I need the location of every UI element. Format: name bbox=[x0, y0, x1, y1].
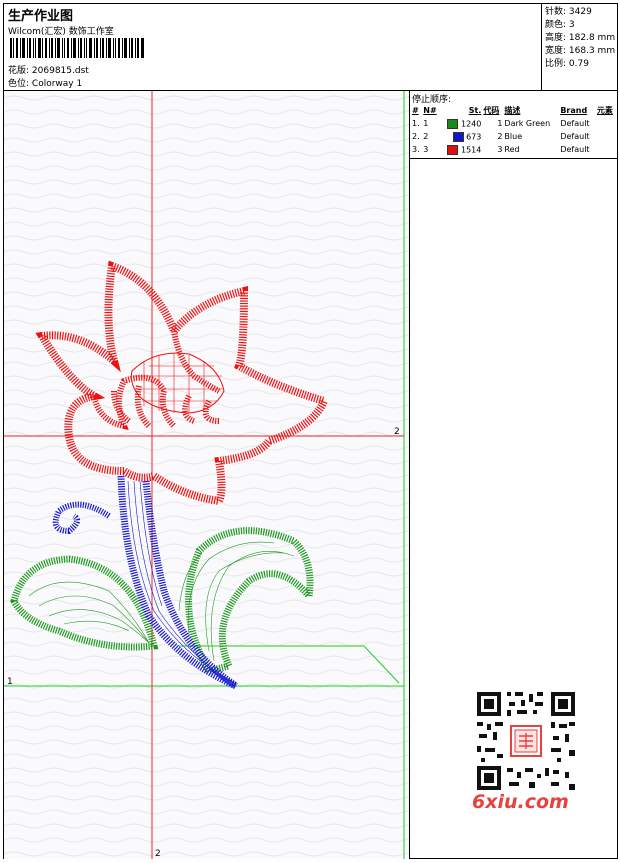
colorway: 色位: Colorway 1 bbox=[8, 79, 83, 89]
col-number: # bbox=[412, 106, 419, 115]
color-swatch bbox=[447, 118, 459, 129]
sheet-subtitle: Wilcom(汇宏) 数饰工作室 bbox=[8, 27, 114, 37]
col-code: 代码 bbox=[483, 106, 500, 115]
embroidery-preview: 2 1 2 bbox=[4, 91, 409, 859]
col-brand: Brand bbox=[560, 106, 588, 115]
guide-label-left: 1 bbox=[7, 677, 13, 687]
sheet-title: 生产作业图 bbox=[8, 9, 74, 24]
production-sheet: 生产作业图 Wilcom(汇宏) 数饰工作室 花版: 2069815.dst 色… bbox=[3, 3, 618, 859]
col-elements: 元素 bbox=[596, 106, 613, 115]
color-swatch bbox=[452, 131, 464, 142]
stop-sequence-title: 停止顺序: bbox=[412, 95, 452, 105]
colorway-value: Colorway 1 bbox=[31, 79, 83, 89]
design-filename: 2069815.dst bbox=[31, 66, 89, 76]
guide-label-right: 2 bbox=[394, 427, 400, 437]
table-header-row: # N# St. 代码 描述 Brand 元素 bbox=[411, 104, 617, 117]
stat-height: 高度: 182.8 mm bbox=[545, 33, 616, 43]
barcode-icon bbox=[10, 38, 144, 58]
table-row: 1. 1 1240 1 Dark Green Default bbox=[412, 118, 590, 129]
table-row: 2. 2 673 2 Blue Default bbox=[412, 131, 590, 142]
design-file: 花版: 2069815.dst bbox=[8, 66, 89, 76]
qr-code-icon bbox=[473, 688, 579, 794]
header-info: 生产作业图 Wilcom(汇宏) 数饰工作室 花版: 2069815.dst 色… bbox=[4, 4, 541, 90]
stat-stitches: 针数: 3429 bbox=[545, 7, 592, 17]
guide-label-bottom: 2 bbox=[155, 849, 161, 859]
stat-width: 宽度: 168.3 mm bbox=[545, 46, 616, 56]
sheet-header: 生产作业图 Wilcom(汇宏) 数饰工作室 花版: 2069815.dst 色… bbox=[4, 4, 617, 91]
stat-scale: 比例: 0.79 bbox=[545, 59, 589, 69]
col-needle: N# bbox=[423, 106, 437, 115]
col-description: 描述 bbox=[504, 106, 521, 115]
col-stitches: St. bbox=[468, 106, 482, 115]
table-row: 3. 3 1514 3 Red Default bbox=[412, 144, 590, 155]
design-stats: 针数: 3429 颜色: 3 高度: 182.8 mm 宽度: 168.3 mm… bbox=[541, 4, 617, 90]
color-swatch bbox=[447, 144, 459, 155]
table-divider bbox=[410, 158, 618, 159]
stat-colors: 颜色: 3 bbox=[545, 20, 575, 30]
stop-sequence-panel: 停止顺序: # N# St. 代码 描述 Brand 元素 1. 1 1240 bbox=[409, 91, 618, 859]
watermark-logo: 6xiu.com bbox=[472, 791, 569, 813]
design-canvas: 2 1 2 bbox=[4, 91, 409, 859]
stop-sequence-table: # N# St. 代码 描述 Brand 元素 1. 1 1240 1 Dark… bbox=[411, 104, 617, 156]
